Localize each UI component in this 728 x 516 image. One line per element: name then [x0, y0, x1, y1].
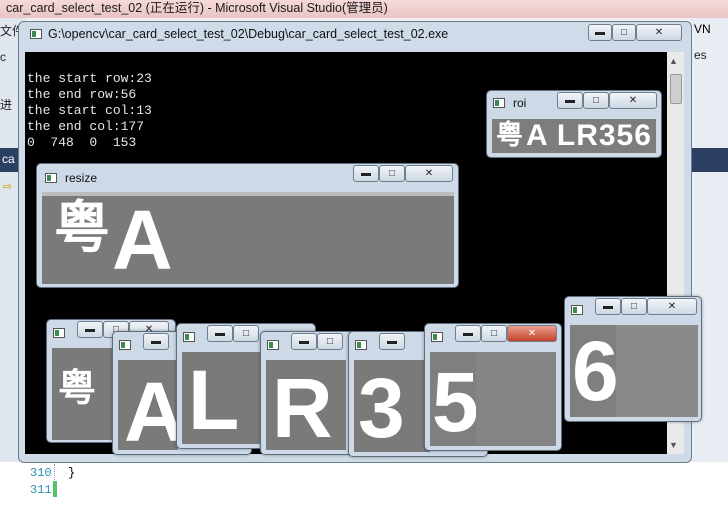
- console-line: 0 748 0 153: [27, 135, 137, 150]
- minimize-button[interactable]: ▬: [588, 24, 612, 41]
- vs-left-label: c: [0, 50, 6, 64]
- code-line[interactable]: }: [68, 466, 75, 480]
- minimize-button[interactable]: ▬: [455, 325, 481, 342]
- plate-char: R: [272, 361, 333, 450]
- scroll-thumb[interactable]: [670, 74, 682, 104]
- plate-char: 5: [432, 355, 479, 446]
- close-button[interactable]: ✕: [636, 24, 682, 41]
- char-image: R: [266, 360, 346, 450]
- console-text: the start row:23 the end row:56 the start …: [27, 55, 152, 151]
- window-title: resize: [65, 171, 98, 185]
- plate-char: 粤: [58, 368, 97, 410]
- console-line: the start row:23: [27, 71, 152, 86]
- minimize-button[interactable]: ▬: [207, 325, 233, 342]
- plate-char: L: [188, 353, 240, 444]
- window-app-icon: [183, 332, 195, 342]
- line-number: 311: [30, 483, 52, 497]
- vs-right-label: VN: [694, 22, 711, 36]
- window-app-icon: [267, 340, 279, 350]
- maximize-button[interactable]: □: [317, 333, 343, 350]
- console-line: the start col:13: [27, 103, 152, 118]
- maximize-button[interactable]: □: [583, 92, 609, 109]
- window-app-icon: [355, 340, 367, 350]
- plate-text: A LR356: [112, 193, 388, 284]
- char-window[interactable]: ▬ □ ✕ 5: [424, 323, 562, 451]
- maximize-button[interactable]: □: [233, 325, 259, 342]
- minimize-button[interactable]: ▬: [353, 165, 379, 182]
- vs-right-tab-strip: [690, 148, 728, 172]
- close-button[interactable]: ✕: [609, 92, 657, 109]
- change-marker: [53, 481, 57, 497]
- window-app-icon: [431, 332, 443, 342]
- window-title: roi: [513, 96, 527, 110]
- window-app-icon: [53, 328, 65, 338]
- minimize-button[interactable]: ▬: [379, 333, 405, 350]
- char-window[interactable]: ▬ □ ✕ 6: [564, 296, 702, 422]
- vs-right-text: es: [694, 48, 707, 62]
- debug-arrow-icon: ⇨: [3, 181, 13, 193]
- maximize-button[interactable]: □: [612, 24, 636, 41]
- console-line: the end col:177: [27, 119, 145, 134]
- plate-char: 粤: [54, 196, 110, 259]
- close-button[interactable]: ✕: [647, 298, 697, 315]
- console-app-icon: [30, 29, 42, 39]
- resize-plate-image: 粤 A LR356: [42, 192, 454, 284]
- minimize-button[interactable]: ▬: [557, 92, 583, 109]
- window-app-icon: [493, 98, 505, 108]
- console-line: the end row:56: [27, 87, 137, 102]
- scroll-up-icon[interactable]: ▲: [669, 56, 678, 66]
- window-app-icon: [119, 340, 131, 350]
- roi-plate-image: 粤 A LR356: [492, 119, 656, 153]
- minimize-button[interactable]: ▬: [291, 333, 317, 350]
- line-number: 310: [30, 466, 52, 480]
- window-app-icon: [571, 305, 583, 315]
- console-title: G:\opencv\car_card_select_test_02\Debug\…: [48, 27, 449, 41]
- char-image: L: [182, 352, 262, 444]
- vs-left-label: 进: [0, 98, 13, 112]
- char-image: 5: [430, 352, 556, 446]
- scroll-down-icon[interactable]: ▼: [669, 440, 678, 450]
- resize-window[interactable]: resize ▬ □ ✕ 粤 A LR356: [36, 163, 459, 288]
- code-editor[interactable]: 310 } 311: [0, 462, 728, 516]
- char-image: A: [118, 360, 178, 450]
- close-button[interactable]: ✕: [507, 325, 557, 342]
- vs-tab-label[interactable]: ca: [2, 152, 15, 166]
- vs-title-bar: car_card_select_test_02 (正在运行) - Microso…: [0, 0, 728, 18]
- roi-window[interactable]: roi ▬ □ ✕ 粤 A LR356: [486, 90, 662, 158]
- plate-text: A LR356: [526, 119, 652, 152]
- window-app-icon: [45, 173, 57, 183]
- plate-char: A: [124, 365, 178, 450]
- char-image: 3: [354, 360, 430, 452]
- char-image: 6: [570, 325, 698, 417]
- maximize-button[interactable]: □: [379, 165, 405, 182]
- minimize-button[interactable]: ▬: [77, 321, 103, 338]
- plate-char: 3: [358, 361, 405, 452]
- close-button[interactable]: ✕: [405, 165, 453, 182]
- minimize-button[interactable]: ▬: [143, 333, 169, 350]
- char-image: 粤: [52, 348, 120, 440]
- plate-char: 粤: [496, 120, 523, 150]
- maximize-button[interactable]: □: [621, 298, 647, 315]
- minimize-button[interactable]: ▬: [595, 298, 621, 315]
- maximize-button[interactable]: □: [481, 325, 507, 342]
- plate-char: 6: [572, 325, 619, 417]
